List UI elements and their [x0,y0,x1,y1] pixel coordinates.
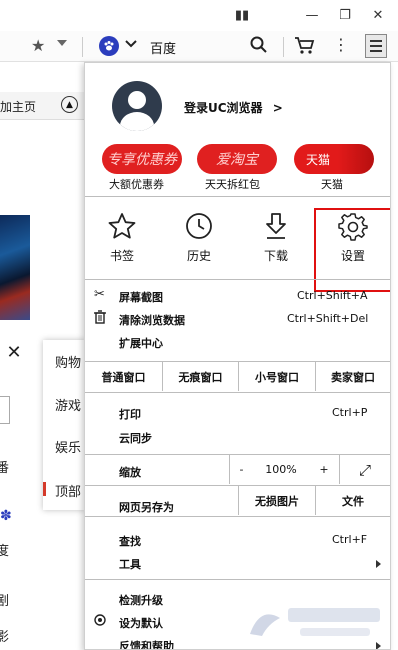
fullscreen-icon[interactable]: ⤢ [339,455,390,484]
promo-coupon-caption[interactable]: 大额优惠券 [109,176,164,192]
page-nav-entertainment[interactable]: 娱乐 [55,437,81,456]
set-homepage-link[interactable]: 加主页 [0,98,36,115]
check-update-item[interactable]: 检测升级 [119,592,163,608]
toolbar-divider [82,37,83,57]
avatar[interactable] [112,81,162,131]
print-shortcut: Ctrl+P [332,406,368,419]
set-default-item[interactable]: 设为默认 [119,615,163,631]
tools-item[interactable]: 工具 [119,556,141,572]
page-select[interactable] [0,396,10,424]
divider [85,392,390,393]
title-bar: ▮▮ — ❐ ✕ [0,0,398,31]
chevron-down-icon[interactable] [125,37,137,53]
page-text: 番 [0,461,10,476]
divider [85,579,390,580]
zoom-out-button[interactable]: - [229,455,253,484]
divider [85,196,390,197]
promo-taobao-caption[interactable]: 天天拆红包 [205,176,260,192]
more-options-icon[interactable]: ⋮ [333,35,349,54]
bookmarks-label[interactable]: 书签 [110,247,134,264]
chevron-up-icon[interactable]: ▲ [61,96,78,113]
bookmark-bar: 加主页 ▲ [0,92,86,120]
feedback-item[interactable]: 反馈和帮助 [119,638,174,649]
pin-icon[interactable]: ▮▮ [232,6,252,24]
zoom-in-button[interactable]: + [309,455,339,484]
page-text: 影 [0,630,10,645]
lossless-image-button[interactable]: 无损图片 [238,486,315,515]
bookmark-star-icon[interactable]: ★ [31,36,45,55]
cloud-sync-item[interactable]: 云同步 [119,430,152,446]
zoom-label: 缩放 [119,466,141,479]
watermark-logo [240,596,390,646]
close-icon[interactable]: ✕ [2,340,26,364]
small-window-button[interactable]: 小号窗口 [238,362,315,391]
main-menu-dropdown: 登录UC浏览器 > 专享优惠券 大额优惠券 爱淘宝 天天拆红包 天猫 天猫 书签… [84,62,391,650]
submenu-arrow-icon [376,560,381,568]
promo-tmall-badge[interactable]: 天猫 [294,144,374,174]
zoom-level: 100% [265,463,297,476]
save-page-item[interactable]: 网页另存为 [119,499,174,515]
toolbar-divider [283,37,284,57]
close-button[interactable]: ✕ [368,6,388,24]
radio-dot-icon [94,614,106,630]
minimize-button[interactable]: — [302,6,322,24]
baidu-paw-icon: ✽ [0,508,12,524]
page-text: 剧 [0,594,10,609]
save-file-button[interactable]: 文件 [315,486,390,515]
scissors-icon: ✂ [94,287,105,302]
promo-taobao-badge[interactable]: 爱淘宝 [197,144,277,174]
normal-window-button[interactable]: 普通窗口 [85,362,162,391]
find-shortcut: Ctrl+F [332,533,368,546]
find-item[interactable]: 查找 [119,533,141,549]
download-icon[interactable] [256,211,296,244]
seller-window-button[interactable]: 卖家窗口 [315,362,390,391]
page-nav-top[interactable]: 顶部 [55,481,81,500]
history-label[interactable]: 历史 [187,247,211,264]
clock-icon[interactable] [179,211,219,244]
baidu-paw-icon[interactable] [99,36,119,56]
clear-data-item[interactable]: 清除浏览数据 [119,312,185,328]
login-label: 登录UC浏览器 [184,101,263,115]
trash-icon [94,310,106,328]
star-icon[interactable] [102,211,142,244]
divider [85,516,390,517]
bookmark-dropdown-icon[interactable] [57,40,67,46]
login-link[interactable]: 登录UC浏览器 > [184,99,283,116]
page-floating-nav: 购物 游戏 娱乐 顶部 [43,340,85,510]
cart-icon[interactable] [294,35,316,58]
promo-tmall-caption[interactable]: 天猫 [321,176,343,192]
search-engine-label[interactable]: 百度 [150,38,176,57]
screenshot-shortcut: Ctrl+Shift+A [297,289,368,302]
incognito-window-button[interactable]: 无痕窗口 [162,362,238,391]
page-image [0,215,30,320]
search-icon[interactable] [249,35,269,58]
print-item[interactable]: 打印 [119,406,141,422]
promo-coupon-badge[interactable]: 专享优惠券 [102,144,182,174]
divider [85,279,390,280]
page-nav-games[interactable]: 游戏 [55,395,81,414]
download-label[interactable]: 下载 [264,247,288,264]
chevron-right-icon: > [272,101,283,115]
extensions-item[interactable]: 扩展中心 [119,335,163,351]
active-indicator [43,482,46,496]
browser-toolbar: ★ 百度 ⋮ [0,31,398,62]
main-menu-button[interactable] [365,34,387,58]
clear-data-shortcut: Ctrl+Shift+Del [287,312,369,325]
page-nav-shopping[interactable]: 购物 [55,352,81,371]
screenshot-item[interactable]: 屏幕截图 [119,289,163,305]
restore-button[interactable]: ❐ [335,6,355,24]
page-text: 度 [0,544,10,559]
